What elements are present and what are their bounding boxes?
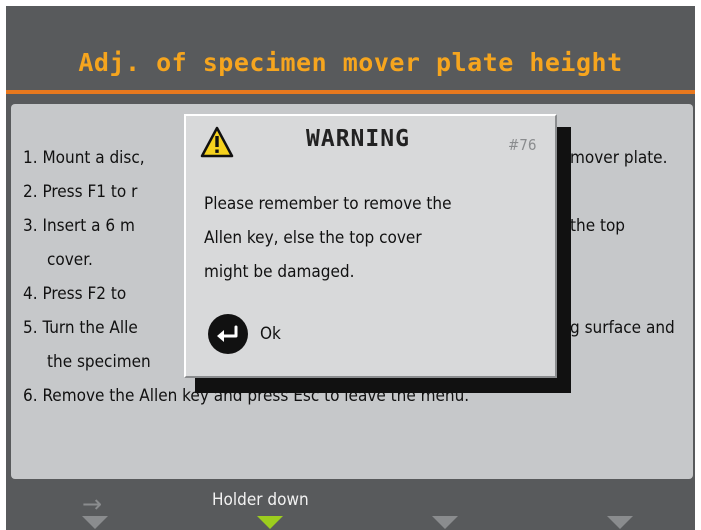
instruction-step-5-tail: g surface and [570, 318, 675, 338]
warning-triangle-icon [200, 126, 234, 158]
instruction-step-5: 5. Turn the Alle [23, 318, 138, 338]
dialog-message-line-1: Please remember to remove the [204, 194, 452, 214]
instruction-step-3-cont: cover. [47, 250, 93, 270]
dialog-message-line-2: Allen key, else the top cover [204, 228, 422, 248]
warning-dialog: WARNING #76 Please remember to remove th… [184, 114, 557, 378]
softkey-bar: → Holder down [6, 480, 695, 530]
instruction-step-1-tail: mover plate. [570, 148, 668, 168]
header-bar: Adj. of specimen mover plate height [6, 6, 695, 94]
instruction-step-2: 2. Press F1 to r [23, 182, 138, 202]
page-title: Adj. of specimen mover plate height [78, 48, 623, 77]
warning-code: #76 [508, 136, 537, 154]
dialog-message-line-3: might be damaged. [204, 262, 355, 282]
instruction-step-5-cont: the specimen [47, 352, 151, 372]
softkey-f2-label: Holder down [212, 490, 309, 510]
ok-button[interactable]: Ok [208, 314, 281, 354]
right-arrow-icon: → [82, 490, 103, 518]
dialog-title: WARNING [306, 126, 410, 152]
softkey-f1[interactable] [82, 516, 108, 529]
machine-screen: Adj. of specimen mover plate height 1. M… [6, 6, 695, 530]
instruction-step-3: 3. Insert a 6 m [23, 216, 135, 236]
enter-key-icon [208, 314, 248, 354]
instruction-step-4: 4. Press F2 to [23, 284, 127, 304]
softkey-f2[interactable] [257, 516, 283, 529]
softkey-f3[interactable] [432, 516, 458, 529]
softkey-f4[interactable] [607, 516, 633, 529]
instruction-step-3-tail: the top [570, 216, 626, 236]
ok-label: Ok [260, 324, 281, 344]
instruction-step-1: 1. Mount a disc, [23, 148, 145, 168]
